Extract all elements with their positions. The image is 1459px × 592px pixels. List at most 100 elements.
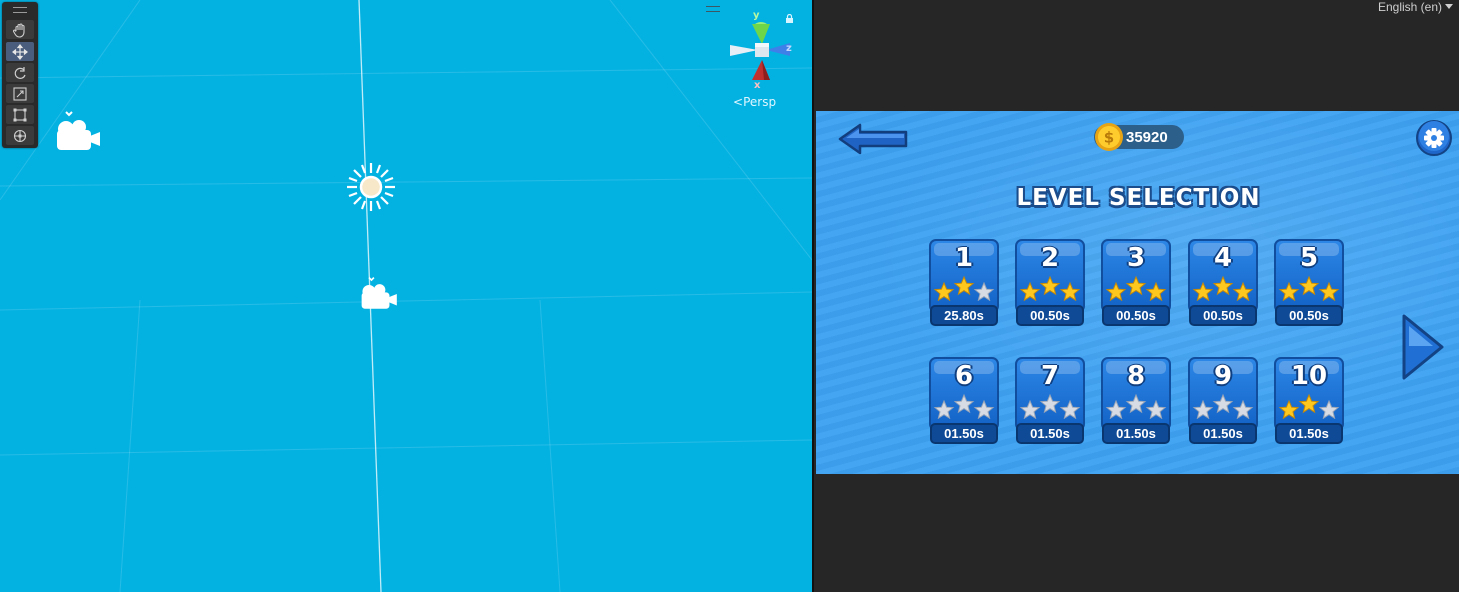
star-empty-icon: [1125, 393, 1147, 414]
star-filled-icon: [1019, 281, 1041, 301]
move-tool-button[interactable]: [6, 42, 34, 61]
svg-text:$: $: [1104, 129, 1114, 147]
level-tile[interactable]: 5 00.50s: [1274, 239, 1344, 326]
camera-gizmo-icon[interactable]: [52, 110, 102, 154]
star-rating: [1192, 275, 1254, 301]
star-filled-icon: [1105, 281, 1127, 301]
star-empty-icon: [973, 281, 995, 301]
star-filled-icon: [1298, 393, 1320, 414]
star-filled-icon: [1318, 281, 1340, 301]
best-time: 01.50s: [944, 426, 984, 441]
level-tile[interactable]: 8 01.50s: [1101, 357, 1171, 444]
level-number: 4: [1213, 243, 1233, 273]
level-number: 3: [1126, 243, 1146, 273]
best-time: 00.50s: [1030, 308, 1070, 323]
gizmo-x-label: x: [754, 80, 761, 91]
gizmo-y-label: y: [753, 10, 760, 21]
star-filled-icon: [953, 275, 975, 296]
star-rating: [1019, 275, 1081, 301]
best-time: 00.50s: [1289, 308, 1329, 323]
move-tool-icon: [12, 43, 28, 60]
level-tile[interactable]: 4 00.50s: [1188, 239, 1258, 326]
transform-tool-icon: [13, 129, 27, 142]
star-filled-icon: [1059, 281, 1081, 301]
star-rating: [1278, 275, 1340, 301]
star-rating: [1278, 393, 1340, 419]
projection-toggle[interactable]: <Persp: [733, 95, 776, 109]
scene-toolbar: [2, 2, 38, 148]
best-time: 25.80s: [944, 308, 984, 323]
star-filled-icon: [933, 281, 955, 301]
star-rating: [1192, 393, 1254, 419]
star-empty-icon: [1019, 399, 1041, 419]
toolbar-drag-handle[interactable]: [13, 7, 27, 13]
coin-icon: $: [1095, 123, 1123, 151]
star-empty-icon: [1145, 399, 1167, 419]
level-number: 6: [954, 361, 974, 391]
hand-tool-button[interactable]: [6, 20, 34, 39]
star-filled-icon: [1278, 281, 1300, 301]
level-number: 7: [1040, 361, 1060, 391]
level-number: 2: [1040, 243, 1060, 273]
rotate-tool-button[interactable]: [6, 63, 34, 82]
level-tile[interactable]: 7 01.50s: [1015, 357, 1085, 444]
star-filled-icon: [1039, 275, 1061, 296]
level-number: 5: [1299, 243, 1319, 273]
level-tile[interactable]: 3 00.50s: [1101, 239, 1171, 326]
chevron-down-icon: [1445, 4, 1453, 9]
star-rating: [1019, 393, 1081, 419]
level-tile[interactable]: 10 01.50s: [1274, 357, 1344, 444]
coin-amount: 35920: [1126, 129, 1168, 146]
level-tile[interactable]: 9 01.50s: [1188, 357, 1258, 444]
star-rating: [933, 275, 995, 301]
language-label: English (en): [1377, 0, 1442, 14]
hand-tool-icon: [13, 22, 25, 38]
level-number: 1: [954, 243, 974, 273]
scene-view[interactable]: y z x <Persp: [0, 0, 812, 592]
star-filled-icon: [1145, 281, 1167, 301]
gizmo-z-label: z: [786, 43, 792, 54]
star-filled-icon: [1192, 281, 1214, 301]
scale-tool-button[interactable]: [6, 84, 34, 103]
rect-tool-button[interactable]: [6, 105, 34, 124]
transform-tool-button[interactable]: [6, 126, 34, 145]
scale-tool-icon: [13, 86, 27, 101]
gizmo-drag-handle[interactable]: [706, 6, 720, 12]
star-empty-icon: [1192, 399, 1214, 419]
star-filled-icon: [1125, 275, 1147, 296]
star-filled-icon: [1298, 275, 1320, 296]
star-empty-icon: [1105, 399, 1127, 419]
level-number: 8: [1126, 361, 1146, 391]
camera-gizmo-icon[interactable]: [357, 276, 399, 312]
level-tile[interactable]: 6 01.50s: [929, 357, 999, 444]
star-filled-icon: [1212, 275, 1234, 296]
projection-label: Persp: [743, 95, 777, 109]
star-rating: [1105, 393, 1167, 419]
star-empty-icon: [953, 393, 975, 414]
star-empty-icon: [1059, 399, 1081, 419]
language-dropdown[interactable]: English (en): [1378, 0, 1453, 14]
back-arrow-button[interactable]: [838, 123, 908, 155]
best-time: 01.50s: [1030, 426, 1070, 441]
star-empty-icon: [1232, 399, 1254, 419]
star-empty-icon: [933, 399, 955, 419]
star-rating: [933, 393, 995, 419]
star-filled-icon: [1232, 281, 1254, 301]
next-page-arrow-button[interactable]: [1400, 312, 1446, 382]
star-empty-icon: [1039, 393, 1061, 414]
star-empty-icon: [1212, 393, 1234, 414]
scene-grid: [0, 0, 812, 592]
screen-title: LEVEL SELECTION: [1016, 185, 1261, 211]
directional-light-icon[interactable]: [345, 161, 397, 213]
star-empty-icon: [973, 399, 995, 419]
level-tile[interactable]: 1 25.80s: [929, 239, 999, 326]
level-tile[interactable]: 2 00.50s: [1015, 239, 1085, 326]
best-time: 00.50s: [1203, 308, 1243, 323]
best-time: 01.50s: [1289, 426, 1329, 441]
level-number: 10: [1290, 361, 1328, 391]
star-filled-icon: [1278, 399, 1300, 419]
settings-gear-button[interactable]: [1415, 120, 1453, 156]
best-time: 01.50s: [1203, 426, 1243, 441]
level-number: 9: [1213, 361, 1233, 391]
star-rating: [1105, 275, 1167, 301]
